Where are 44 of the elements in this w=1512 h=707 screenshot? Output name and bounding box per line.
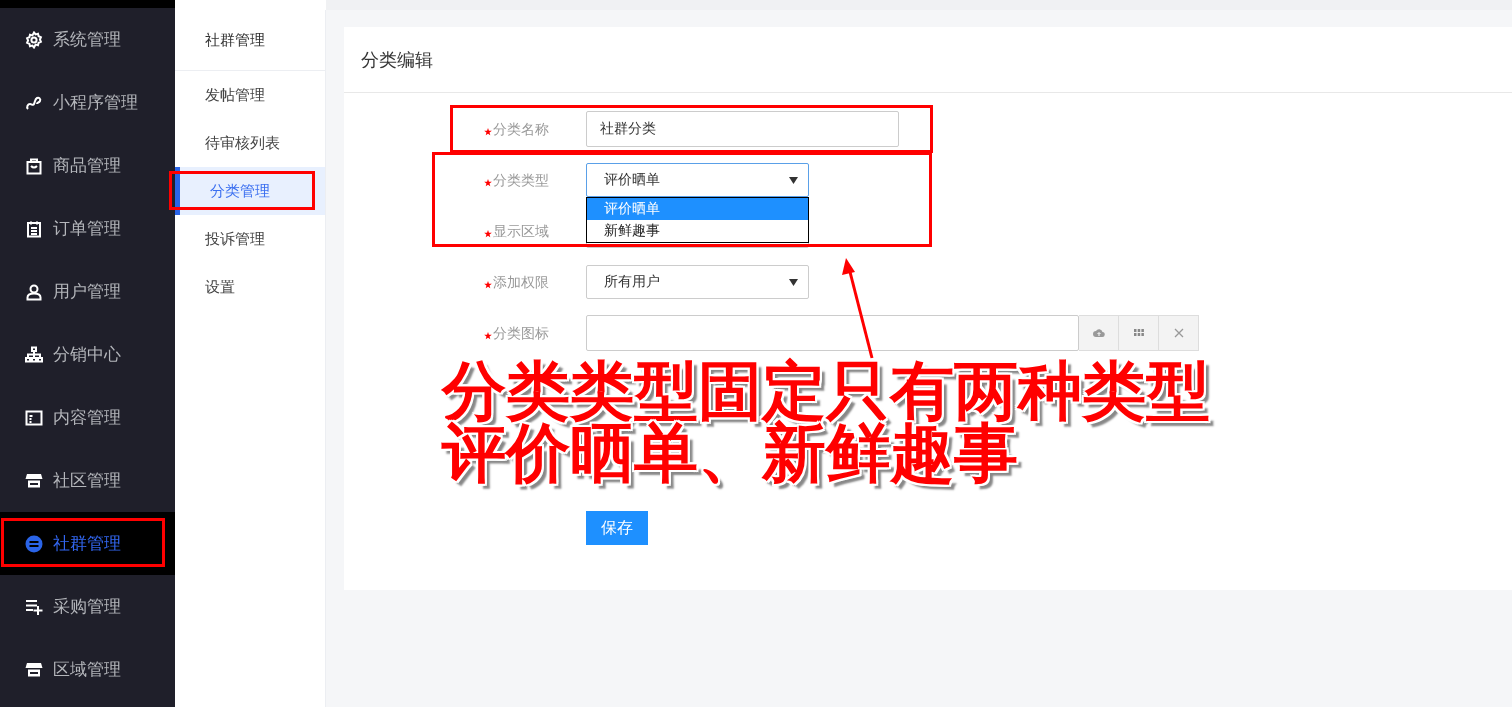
shopping-bag-icon [25, 156, 43, 175]
select-field[interactable]: 所有用户 [586, 265, 809, 299]
sidebar-item[interactable]: 采购管理 [0, 575, 175, 638]
minus-circle-icon [25, 534, 43, 553]
sidebar-item[interactable]: 小程序管理 [0, 71, 175, 134]
sidebar-item[interactable]: 社区管理 [0, 449, 175, 512]
gallery-button[interactable] [1119, 315, 1159, 351]
storefront-icon [25, 660, 43, 679]
sidebar-item[interactable]: 内容管理 [0, 386, 175, 449]
submenu-item[interactable]: 投诉管理 [175, 215, 325, 263]
dropdown-option[interactable]: 新鲜趣事 [587, 220, 808, 242]
clear-button[interactable] [1159, 315, 1199, 351]
field-label: 分类图标 [493, 326, 549, 340]
caret-icon [789, 278, 798, 286]
form-title: 分类编辑 [344, 27, 1512, 93]
gear-icon [25, 30, 43, 49]
input-field[interactable]: 社群分类 [586, 111, 899, 147]
sidebar-item[interactable]: 商品管理 [0, 134, 175, 197]
user-icon [25, 282, 43, 301]
sidebar-item[interactable]: 系统管理 [0, 8, 175, 71]
field-label: 显示区域 [493, 224, 549, 238]
grid-icon [1132, 327, 1145, 339]
input-field[interactable] [586, 315, 1079, 351]
sidebar-item[interactable]: 用户管理 [0, 260, 175, 323]
caret-icon [789, 176, 798, 184]
hierarchy-icon [25, 345, 43, 364]
clipboard-icon [25, 219, 43, 238]
submenu-item[interactable]: 设置 [175, 263, 325, 311]
submenu-title: 社群管理 [175, 10, 325, 71]
list-add-icon [25, 597, 43, 616]
field-label: 添加权限 [493, 275, 549, 289]
sidebar-item[interactable]: 订单管理 [0, 197, 175, 260]
sidebar-item[interactable]: 区域管理 [0, 638, 175, 701]
document-icon [25, 408, 43, 427]
field-label: 分类名称 [493, 122, 549, 136]
upload-button[interactable] [1079, 315, 1119, 351]
storefront-icon [25, 471, 43, 490]
submenu-item[interactable]: 待审核列表 [175, 119, 325, 167]
submenu-item[interactable]: 发帖管理 [175, 71, 325, 119]
cloud-upload-icon [1092, 327, 1105, 339]
select-field[interactable]: 评价晒单 [586, 163, 809, 197]
close-icon [1172, 327, 1185, 339]
sidebar-item[interactable]: 分销中心 [0, 323, 175, 386]
field-label: 分类类型 [493, 173, 549, 187]
